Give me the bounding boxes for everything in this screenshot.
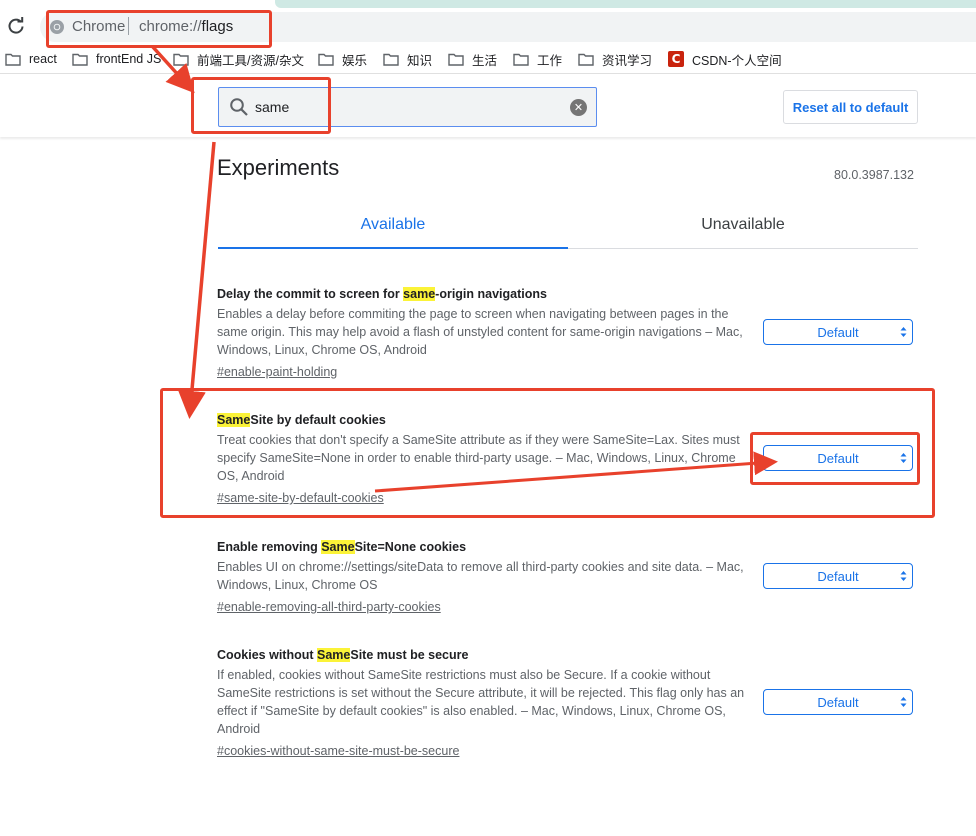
- experiment-name: SameSite by default cookies: [217, 411, 757, 429]
- bookmark-label: 资讯学习: [602, 53, 653, 68]
- experiment-state-select[interactable]: Default: [763, 563, 913, 589]
- bookmark-csdn[interactable]: C CSDN-个人空间: [668, 51, 782, 68]
- experiment-state-select[interactable]: Default: [763, 689, 913, 715]
- chevron-updown-icon: [900, 571, 907, 581]
- search-match-highlight: Same: [321, 540, 355, 554]
- experiment-name-text: Cookies without: [217, 648, 317, 662]
- bookmarks-bar: react frontEnd JS 前端工具/资源/杂文 娱乐 知识 生活 工作…: [0, 44, 976, 74]
- clear-search-icon[interactable]: ✕: [570, 99, 587, 116]
- version-label: 80.0.3987.132: [834, 168, 914, 182]
- folder-icon: [578, 53, 594, 66]
- experiment-description: Enables UI on chrome://settings/siteData…: [217, 560, 744, 592]
- experiment-name-text: -origin navigations: [435, 287, 547, 301]
- omnibox-url-prefix: chrome://: [139, 18, 202, 35]
- select-value: Default: [817, 694, 859, 710]
- bookmark-entertainment[interactable]: 娱乐: [318, 51, 368, 68]
- annotation-arrow: [177, 141, 216, 419]
- chrome-logo-icon: [50, 20, 64, 34]
- experiment-state-select[interactable]: Default: [763, 319, 913, 345]
- experiment-permalink[interactable]: #same-site-by-default-cookies: [217, 489, 384, 507]
- bookmark-label: 工作: [537, 53, 563, 68]
- experiment-name: Delay the commit to screen for same-orig…: [217, 285, 757, 303]
- omnibox-separator: [128, 17, 129, 35]
- select-value: Default: [817, 324, 859, 340]
- chevron-updown-icon: [900, 327, 907, 337]
- experiment-enable-removing-all-third-party-cookies: Enable removing SameSite=None cookies En…: [217, 538, 757, 616]
- experiment-name: Enable removing SameSite=None cookies: [217, 538, 757, 556]
- page-title: Experiments: [217, 155, 340, 180]
- experiment-state-select[interactable]: Default: [763, 445, 913, 471]
- bookmark-label: 前端工具/资源/杂文: [197, 53, 304, 68]
- select-value: Default: [817, 450, 859, 466]
- folder-icon: [383, 53, 399, 66]
- bookmark-knowledge[interactable]: 知识: [383, 51, 433, 68]
- search-match-highlight: Same: [217, 413, 251, 427]
- bookmark-react[interactable]: react: [5, 51, 57, 67]
- experiment-cookies-without-same-site-must-be-secure: Cookies without SameSite must be secure …: [217, 646, 757, 760]
- experiment-name-text: Site must be secure: [350, 648, 469, 662]
- experiment-name-text: Site=None cookies: [354, 540, 467, 554]
- search-input-value[interactable]: same: [255, 99, 289, 115]
- omnibox-url[interactable]: chrome://flags: [139, 18, 233, 35]
- folder-icon: [318, 53, 334, 66]
- tab-unavailable[interactable]: Unavailable: [568, 216, 918, 234]
- experiment-same-site-by-default-cookies: SameSite by default cookies Treat cookie…: [217, 411, 757, 507]
- folder-icon: [513, 53, 529, 66]
- experiment-permalink[interactable]: #enable-paint-holding: [217, 363, 337, 381]
- experiment-name-text: Delay the commit to screen for: [217, 287, 404, 301]
- bookmark-news-learning[interactable]: 资讯学习: [578, 51, 653, 68]
- folder-icon: [173, 53, 189, 66]
- folder-icon: [448, 53, 464, 66]
- tab-available[interactable]: Available: [218, 216, 568, 234]
- search-icon: [230, 98, 248, 116]
- omnibox-scheme-label: Chrome: [72, 18, 126, 35]
- bookmark-label: react: [29, 52, 57, 66]
- experiment-description: If enabled, cookies without SameSite res…: [217, 668, 745, 736]
- csdn-icon: C: [668, 51, 684, 67]
- reset-all-button[interactable]: Reset all to default: [783, 90, 918, 124]
- chevron-updown-icon: [900, 697, 907, 707]
- bookmark-label: 生活: [472, 53, 498, 68]
- bookmark-frontend-js[interactable]: frontEnd JS: [72, 51, 161, 67]
- folder-icon: [5, 53, 21, 66]
- experiment-permalink[interactable]: #cookies-without-same-site-must-be-secur…: [217, 742, 459, 760]
- select-value: Default: [817, 568, 859, 584]
- experiment-enable-paint-holding: Delay the commit to screen for same-orig…: [217, 285, 757, 381]
- bookmark-frontend-tools[interactable]: 前端工具/资源/杂文: [173, 51, 304, 68]
- folder-icon: [72, 53, 88, 66]
- bookmark-label: 娱乐: [342, 53, 368, 68]
- bookmark-label: CSDN-个人空间: [692, 53, 782, 68]
- search-match-highlight: Same: [317, 648, 351, 662]
- bookmark-life[interactable]: 生活: [448, 51, 498, 68]
- experiment-name: Cookies without SameSite must be secure: [217, 646, 757, 664]
- search-match-highlight: same: [403, 287, 436, 301]
- chevron-updown-icon: [900, 453, 907, 463]
- bookmark-work[interactable]: 工作: [513, 51, 563, 68]
- experiment-name-text: Enable removing: [217, 540, 322, 554]
- tab-strip-background: [275, 0, 976, 8]
- active-tab-indicator: [218, 247, 568, 249]
- experiment-description: Enables a delay before commiting the pag…: [217, 307, 743, 357]
- experiment-description: Treat cookies that don't specify a SameS…: [217, 433, 740, 483]
- experiment-permalink[interactable]: #enable-removing-all-third-party-cookies: [217, 598, 441, 616]
- reload-icon[interactable]: [6, 16, 26, 36]
- experiment-name-text: Site by default cookies: [250, 413, 386, 427]
- bookmark-label: frontEnd JS: [96, 52, 162, 66]
- omnibox-url-host: flags: [201, 18, 234, 35]
- bookmark-label: 知识: [407, 53, 433, 68]
